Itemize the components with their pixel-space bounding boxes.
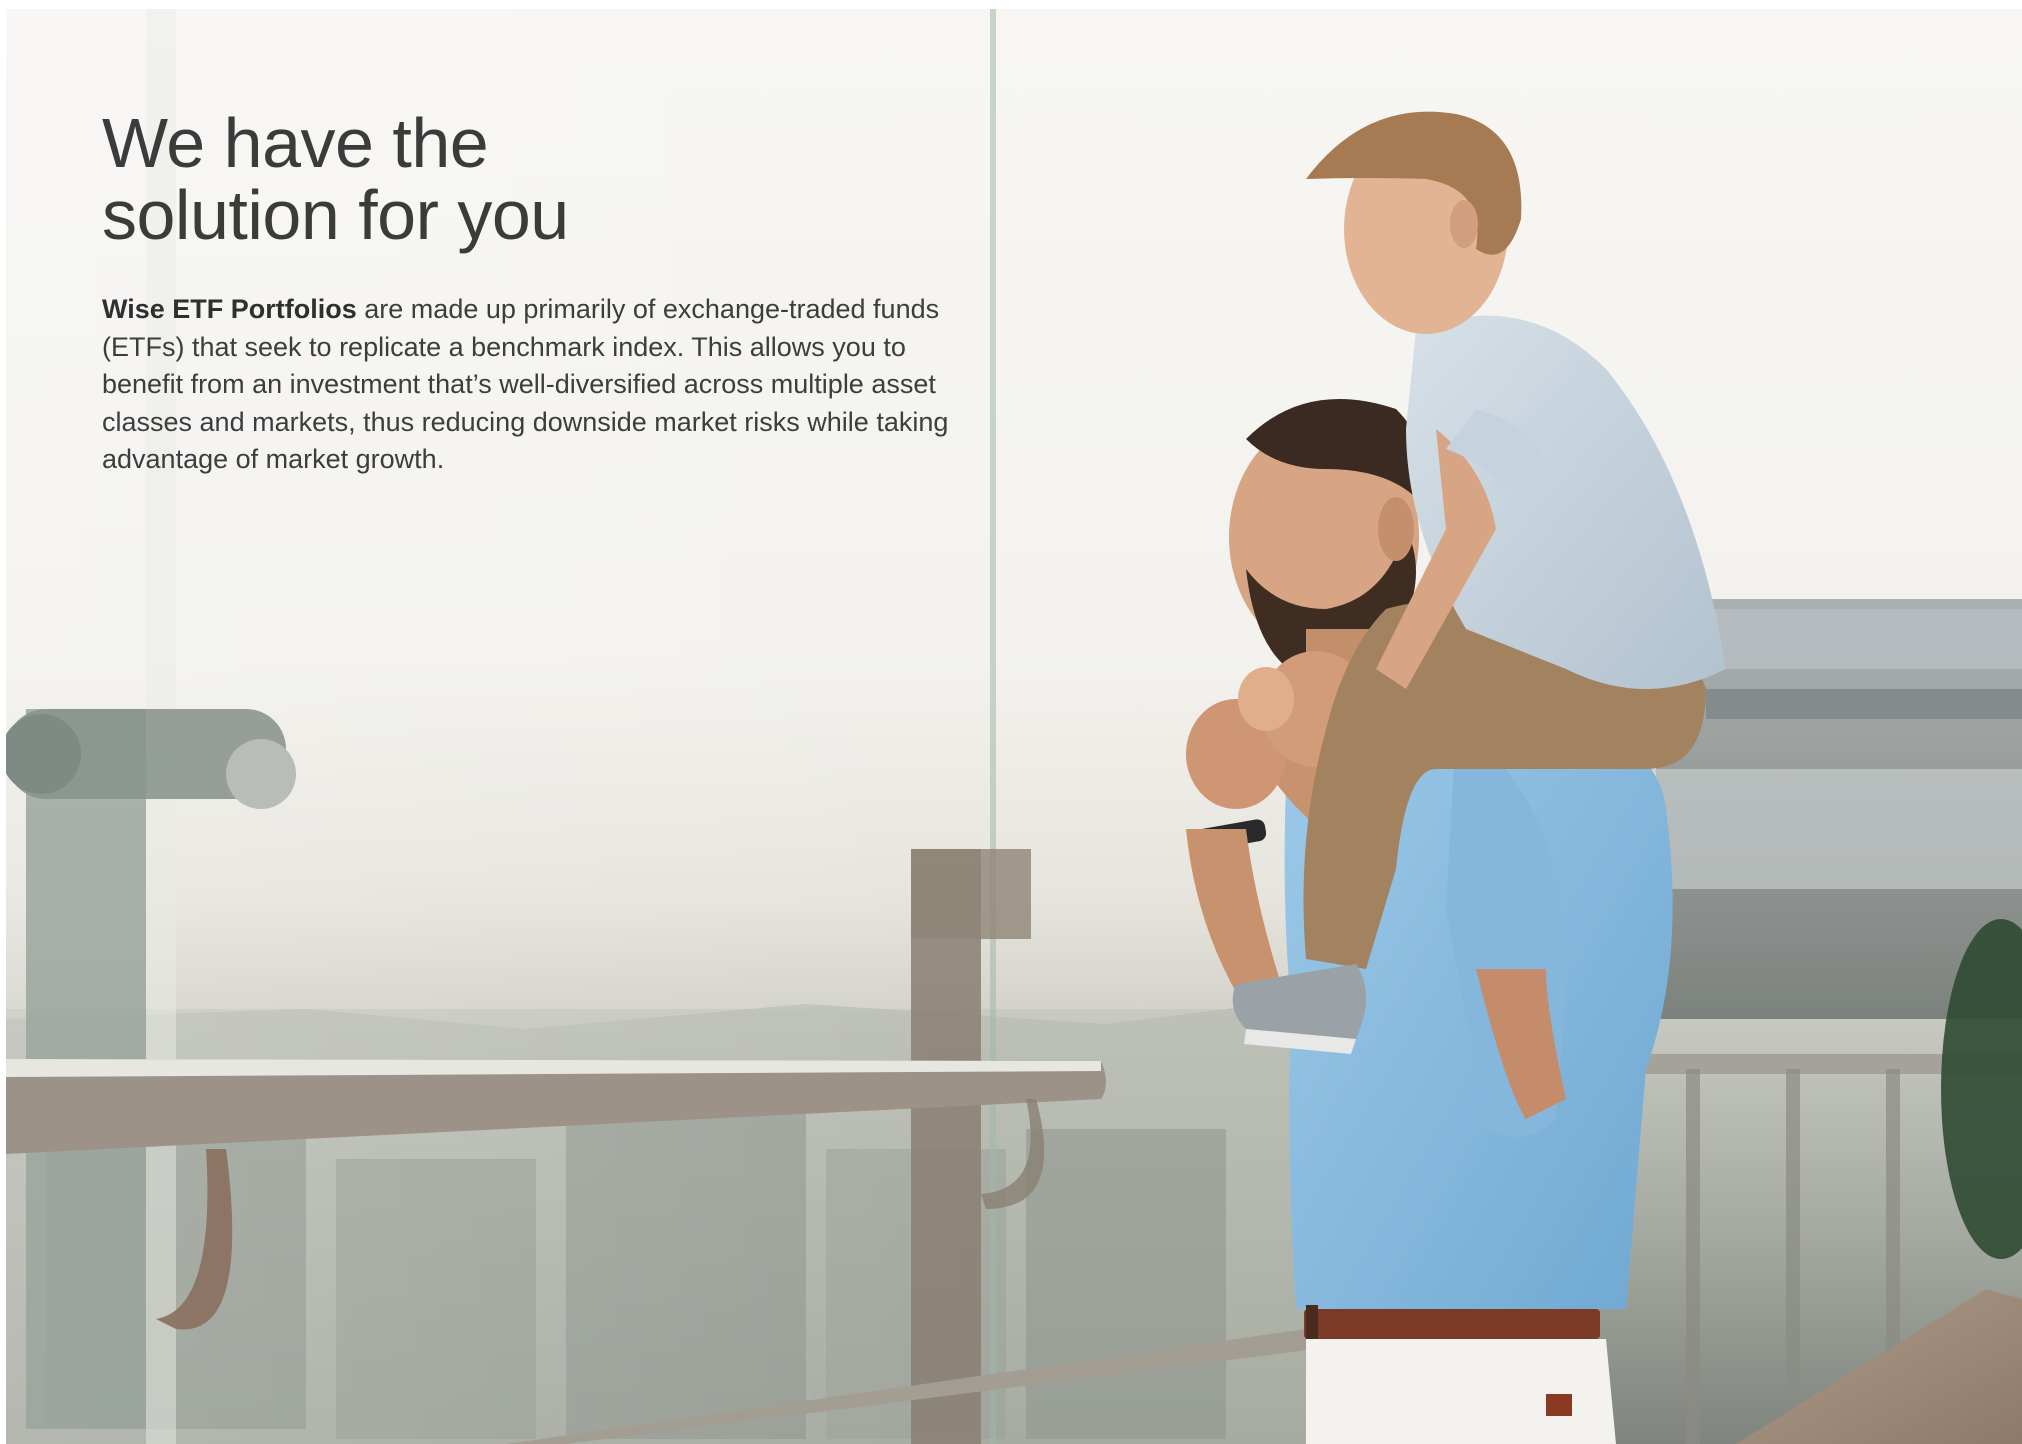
intro-paragraph: Wise ETF Portfolios are made up primaril… xyxy=(102,291,982,479)
hero-section: We have the solution for you Wise ETF Po… xyxy=(6,9,2022,1444)
title-line-2: solution for you xyxy=(102,176,569,254)
brand-term: Wise ETF Portfolios xyxy=(102,294,357,324)
title-line-1: We have the xyxy=(102,104,489,182)
page-title: We have the solution for you xyxy=(102,107,802,251)
